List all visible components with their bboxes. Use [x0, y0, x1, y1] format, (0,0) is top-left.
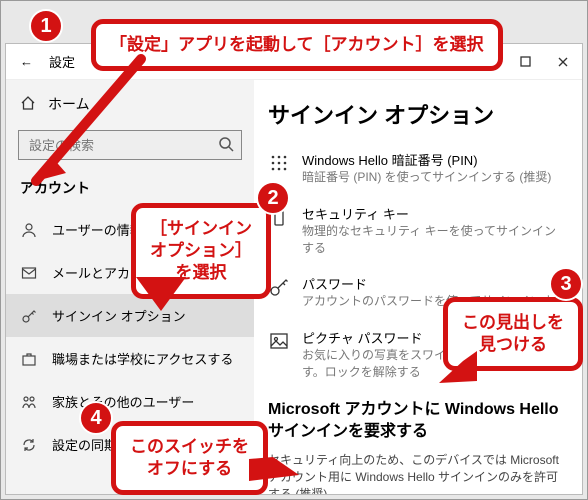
annotation-arrow-4: [249, 451, 309, 491]
sidebar-item-label: 職場または学校にアクセスする: [52, 349, 233, 368]
close-button[interactable]: [544, 44, 582, 80]
option-security-key[interactable]: セキュリティ キー 物理的なセキュリティ キーを使ってサインインする: [268, 204, 566, 257]
sidebar-item-signin[interactable]: サインイン オプション: [6, 294, 254, 337]
pin-grid-icon: [268, 152, 290, 174]
briefcase-icon: [20, 350, 38, 368]
annotation-badge-2: 2: [256, 181, 290, 215]
page-heading: サインイン オプション: [268, 98, 566, 130]
option-title: パスワード: [302, 274, 565, 293]
annotation-badge-4: 4: [79, 401, 113, 435]
option-pin[interactable]: Windows Hello 暗証番号 (PIN) 暗証番号 (PIN) を使って…: [268, 150, 566, 186]
option-sub: 暗証番号 (PIN) を使ってサインインする (推奨): [302, 169, 551, 186]
annotation-callout-4: このスイッチを オフにする: [111, 421, 268, 495]
mail-icon: [20, 264, 38, 282]
maximize-button[interactable]: [506, 44, 544, 80]
sidebar-item-family[interactable]: 家族とその他のユーザー: [6, 380, 254, 423]
picture-icon: [268, 330, 290, 352]
sidebar-item-label: ユーザーの情報: [52, 220, 143, 239]
annotation-arrow-2: [131, 277, 191, 317]
annotation-arrow-1: [11, 51, 181, 201]
require-hello-heading: Microsoft アカウントに Windows Hello サインインを要求す…: [268, 399, 566, 444]
user-icon: [20, 221, 38, 239]
family-icon: [20, 393, 38, 411]
key-icon: [20, 307, 38, 325]
sync-icon: [20, 436, 38, 454]
key-outline-icon: [268, 276, 290, 298]
option-sub: 物理的なセキュリティ キーを使ってサインインする: [302, 223, 566, 257]
option-title: セキュリティ キー: [302, 204, 566, 223]
annotation-badge-1: 1: [29, 9, 63, 43]
sidebar-item-work[interactable]: 職場または学校にアクセスする: [6, 337, 254, 380]
search-icon: [218, 136, 236, 154]
option-title: Windows Hello 暗証番号 (PIN): [302, 150, 551, 169]
main-pane: サインイン オプション Windows Hello 暗証番号 (PIN) 暗証番…: [254, 80, 582, 494]
annotation-arrow-3: [433, 351, 481, 391]
require-hello-help: セキュリティ向上のため、このデバイスでは Microsoft アカウント用に W…: [268, 452, 566, 494]
sidebar-item-label: 家族とその他のユーザー: [52, 392, 194, 411]
sidebar-item-label: 設定の同期: [52, 435, 117, 454]
annotation-badge-3: 3: [549, 267, 583, 301]
